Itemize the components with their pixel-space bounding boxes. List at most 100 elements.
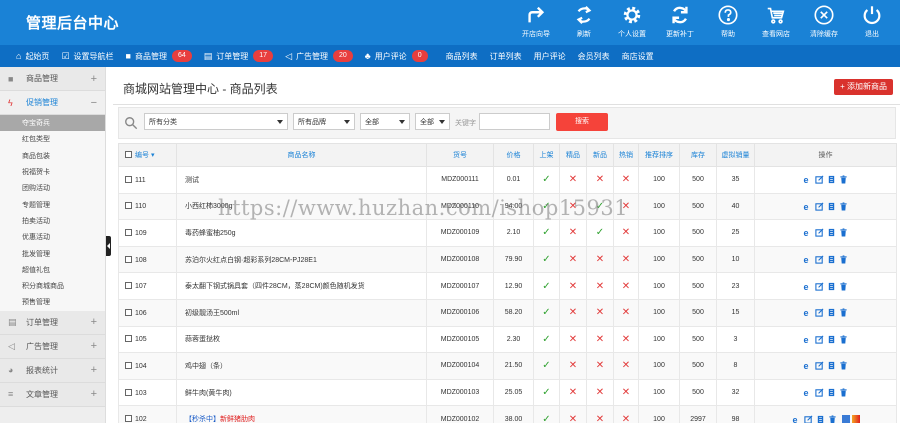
new-toggle[interactable]: ✓ <box>586 192 614 221</box>
hot-toggle[interactable]: ✕ <box>613 352 639 380</box>
best-toggle[interactable]: ✕ <box>559 378 587 407</box>
column-header-new[interactable]: 新品 <box>586 143 614 167</box>
nav-link-order-list[interactable]: 订单列表 <box>490 51 522 62</box>
row-checkbox[interactable] <box>125 335 132 343</box>
copy-button[interactable] <box>827 335 836 344</box>
update-patch-button[interactable]: 更新补丁 <box>656 4 704 42</box>
nav-link-goods-list[interactable]: 商品列表 <box>446 51 478 62</box>
goods-price[interactable]: 21.50 <box>493 352 534 380</box>
sidebar-item-pack[interactable]: 商品包装 <box>0 147 105 164</box>
goods-sn[interactable]: MDZ000109 <box>426 219 494 247</box>
preview-button[interactable]: e <box>803 361 812 371</box>
sidebar-item-package[interactable]: 超值礼包 <box>0 261 105 278</box>
new-toggle[interactable]: ✕ <box>586 272 614 300</box>
goods-sn[interactable]: MDZ000105 <box>426 325 494 354</box>
goods-name-cell[interactable]: 测试 <box>176 166 427 194</box>
preview-button[interactable]: e <box>803 335 812 344</box>
goods-sn[interactable]: MDZ000110 <box>426 192 494 221</box>
goods-sort[interactable]: 100 <box>638 352 680 380</box>
goods-sort[interactable]: 100 <box>638 219 680 247</box>
copy-button[interactable] <box>827 255 836 264</box>
goods-sn[interactable]: MDZ000102 <box>426 405 494 423</box>
onsale-toggle[interactable]: ✓ <box>533 166 560 194</box>
goods-price[interactable]: 2.10 <box>493 219 534 247</box>
new-toggle[interactable]: ✕ <box>586 245 614 274</box>
goods-name-cell[interactable]: 鲜牛肉(黄牛肉) <box>176 378 427 407</box>
sidebar-item-favourable[interactable]: 优惠活动 <box>0 229 105 246</box>
column-header-name[interactable]: 商品名称 <box>176 143 427 167</box>
nav-item-nav-settings[interactable]: ☑ 设置导航栏 <box>61 51 113 62</box>
goods-sn[interactable]: MDZ000111 <box>426 166 494 194</box>
delete-button[interactable] <box>839 282 848 291</box>
clear-cache-button[interactable]: 清除缓存 <box>800 4 848 42</box>
nav-item-comments[interactable]: ♣ 用户评论 0 <box>365 50 428 62</box>
new-toggle[interactable]: ✕ <box>586 352 614 380</box>
row-id-cell[interactable]: 103 <box>118 378 177 407</box>
goods-sn[interactable]: MDZ000108 <box>426 245 494 274</box>
sidebar-item-auction[interactable]: 拍卖活动 <box>0 212 105 230</box>
goods-sort[interactable]: 100 <box>638 378 680 407</box>
logout-button[interactable]: 退出 <box>848 4 896 42</box>
goods-sort[interactable]: 100 <box>638 298 680 327</box>
nav-item-goods[interactable]: ■ 商品管理 64 <box>126 50 192 62</box>
open-shop-guide-button[interactable]: 开店向导 <box>512 4 560 42</box>
sidebar-item-exchange[interactable]: 积分商城商品 <box>0 277 105 295</box>
category-select[interactable]: 所有分类 <box>144 113 288 130</box>
edit-button[interactable] <box>803 415 813 423</box>
goods-name-cell[interactable]: 鸡中翅（条） <box>176 352 427 380</box>
delete-button[interactable] <box>828 415 837 423</box>
delete-button[interactable] <box>839 175 848 184</box>
copy-button[interactable] <box>827 308 836 317</box>
keyword-input[interactable] <box>479 113 550 130</box>
sidebar-item-card[interactable]: 祝福贺卡 <box>0 163 105 181</box>
goods-name-cell[interactable]: 初级靓汤王500ml <box>176 298 427 327</box>
edit-button[interactable] <box>815 255 824 264</box>
goods-stock[interactable]: 500 <box>679 219 717 247</box>
goods-sort[interactable]: 100 <box>638 405 680 423</box>
hot-toggle[interactable]: ✕ <box>613 192 639 221</box>
goods-stock[interactable]: 500 <box>679 166 717 194</box>
copy-button[interactable] <box>827 202 836 211</box>
new-toggle[interactable]: ✕ <box>586 325 614 354</box>
goods-price[interactable]: 79.90 <box>493 245 534 274</box>
best-toggle[interactable]: ✕ <box>559 219 587 247</box>
edit-button[interactable] <box>815 228 824 238</box>
hot-toggle[interactable]: ✕ <box>613 219 639 247</box>
goods-virtual-sales[interactable]: 32 <box>716 378 755 407</box>
preview-button[interactable]: e <box>792 415 801 423</box>
best-toggle[interactable]: ✕ <box>559 298 587 327</box>
hot-toggle[interactable]: ✕ <box>613 298 639 327</box>
hot-toggle[interactable]: ✕ <box>613 405 639 423</box>
edit-button[interactable] <box>815 202 824 211</box>
goods-sn[interactable]: MDZ000106 <box>426 298 494 327</box>
onsale-toggle[interactable]: ✓ <box>533 245 560 274</box>
new-toggle[interactable]: ✕ <box>586 378 614 407</box>
goods-sort[interactable]: 100 <box>638 325 680 354</box>
nav-item-orders[interactable]: ▤ 订单管理 17 <box>204 50 274 62</box>
status-select[interactable]: 全部 <box>360 113 410 130</box>
goods-name-cell[interactable]: 小西红柿3000g <box>176 192 427 221</box>
goods-virtual-sales[interactable]: 10 <box>716 245 755 274</box>
copy-button[interactable] <box>827 282 836 291</box>
goods-name-cell[interactable]: 苏泊尔火红点白钢·超彩系列28CM-PJ28E1 <box>176 245 427 274</box>
onsale-toggle[interactable]: ✓ <box>533 272 560 300</box>
hot-toggle[interactable]: ✕ <box>613 245 639 274</box>
column-header-onsale[interactable]: 上架 <box>533 143 560 167</box>
row-checkbox[interactable] <box>125 415 132 423</box>
sidebar-item-wholesale[interactable]: 批发管理 <box>0 245 105 262</box>
row-id-cell[interactable]: 105 <box>118 325 177 354</box>
sidebar-item-presale[interactable]: 预售管理 <box>0 294 105 311</box>
onsale-toggle[interactable]: ✓ <box>533 405 560 423</box>
column-header-stock[interactable]: 库存 <box>679 143 717 167</box>
goods-name-cell[interactable]: 蒜蓉蛋挞枚 <box>176 325 427 354</box>
onsale-toggle[interactable]: ✓ <box>533 298 560 327</box>
sidebar-item-snatch[interactable]: 夺宝奇兵 <box>0 115 105 132</box>
goods-stock[interactable]: 500 <box>679 298 717 327</box>
edit-button[interactable] <box>815 308 824 317</box>
new-toggle[interactable]: ✕ <box>586 166 614 194</box>
preview-button[interactable]: e <box>803 228 812 238</box>
onsale-toggle[interactable]: ✓ <box>533 378 560 407</box>
edit-button[interactable] <box>815 361 824 371</box>
brand-select[interactable]: 所有品牌 <box>293 113 355 130</box>
onsale-toggle[interactable]: ✓ <box>533 325 560 354</box>
